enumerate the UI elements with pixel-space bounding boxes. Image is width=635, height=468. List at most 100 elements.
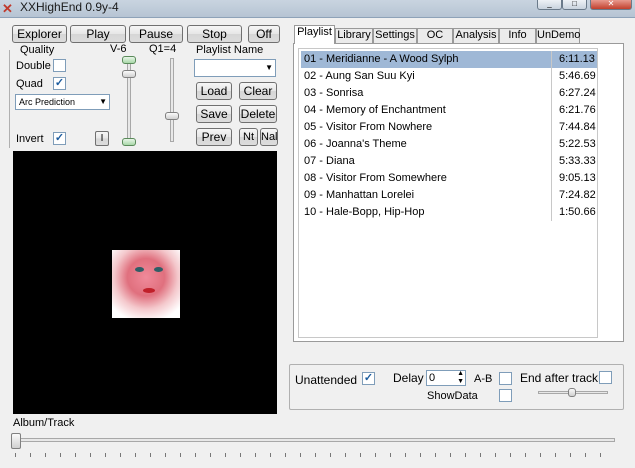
track-name: 05 - Visitor From Nowhere [304,121,433,133]
clear-button[interactable]: Clear [239,82,277,100]
tab-oc[interactable]: OC [417,28,453,43]
track-name: 02 - Aung San Suu Kyi [304,70,415,82]
invert-checkbox[interactable] [53,132,66,145]
tab-library[interactable]: Library [335,28,373,43]
column-separator [551,119,552,136]
delete-button[interactable]: Delete [239,105,277,123]
delay-value: 0 [429,372,436,384]
end-after-track-checkbox[interactable] [599,371,612,384]
tab-settings[interactable]: Settings [373,28,417,43]
tab-analysis[interactable]: Analysis [453,28,499,43]
nt-button[interactable]: Nt [239,128,258,146]
column-separator [551,51,552,68]
album-track-slider-thumb[interactable] [11,433,21,449]
nal-button[interactable]: Nal [260,128,278,146]
art-mouth [143,288,155,293]
track-name: 09 - Manhattan Lorelei [304,189,415,201]
save-button[interactable]: Save [196,105,232,123]
prev-button[interactable]: Prev [196,128,232,146]
quality-title: Quality [20,44,55,56]
ab-checkbox[interactable] [499,372,512,385]
track-time: 6:11.13 [559,53,595,65]
list-item[interactable]: 02 - Aung San Suu Kyi 5:46.69 [301,68,597,85]
play-button[interactable]: Play [70,25,126,43]
playlist-name-select[interactable]: ▼ [194,59,276,77]
track-name: 07 - Diana [304,155,355,167]
column-separator [551,204,552,221]
album-track-slider-track[interactable] [15,438,615,442]
list-item[interactable]: 07 - Diana 5:33.33 [301,153,597,170]
list-item[interactable]: 05 - Visitor From Nowhere 7:44.84 [301,119,597,136]
double-checkbox[interactable] [53,59,66,72]
track-time: 7:44.84 [559,121,596,133]
track-name: 10 - Hale-Bopp, Hip-Hop [304,206,425,218]
track-name: 01 - Meridianne - A Wood Sylph [304,53,459,65]
list-item[interactable]: 01 - Meridianne - A Wood Sylph 6:11.13 [301,51,597,68]
list-item[interactable]: 10 - Hale-Bopp, Hip-Hop 1:50.66 [301,204,597,221]
track-name: 06 - Joanna's Theme [304,138,407,150]
options-slider-thumb[interactable] [568,388,576,397]
minimize-icon[interactable]: _ [537,0,562,10]
art-eye-right [154,267,163,272]
maximize-icon[interactable]: □ [562,0,587,10]
app-icon: ✕ [2,1,13,16]
art-eye-left [135,267,144,272]
explorer-button[interactable]: Explorer [12,25,67,43]
pause-button[interactable]: Pause [129,25,183,43]
track-time: 6:27.24 [559,87,596,99]
delay-label: Delay [393,371,424,385]
playlist-list[interactable]: 01 - Meridianne - A Wood Sylph 6:11.13 02… [298,48,598,338]
tab-info[interactable]: Info [499,28,536,43]
track-time: 6:21.76 [559,104,596,116]
invert-label: Invert [16,133,44,145]
i-button[interactable]: I [95,131,109,146]
column-separator [551,170,552,187]
end-after-track-label: End after track [520,371,599,385]
q-label: Q1=4 [149,43,177,55]
spin-up-icon[interactable]: ▲ [457,370,464,377]
list-item[interactable]: 03 - Sonrisa 6:27.24 [301,85,597,102]
track-name: 04 - Memory of Enchantment [304,104,446,116]
spin-down-icon[interactable]: ▼ [457,378,464,385]
album-art [112,250,180,318]
track-time: 7:24.82 [559,189,596,201]
unattended-checkbox[interactable] [362,372,375,385]
track-time: 5:33.33 [559,155,596,167]
list-item[interactable]: 06 - Joanna's Theme 5:22.53 [301,136,597,153]
load-button[interactable]: Load [196,82,232,100]
stop-button[interactable]: Stop [187,25,242,43]
v-label: V-6 [110,43,127,55]
column-separator [551,136,552,153]
showdata-label: ShowData [427,390,478,402]
track-name: 03 - Sonrisa [304,87,364,99]
tab-undemo[interactable]: UnDemo [536,28,580,43]
q-slider-thumb[interactable] [165,112,179,120]
list-item[interactable]: 08 - Visitor From Somewhere 9:05.13 [301,170,597,187]
track-name: 08 - Visitor From Somewhere [304,172,447,184]
chevron-down-icon: ▼ [99,97,107,106]
off-button[interactable]: Off [248,25,280,43]
column-separator [551,187,552,204]
prediction-select[interactable]: Arc Prediction ▼ [15,94,110,110]
track-time: 5:22.53 [559,138,596,150]
list-item[interactable]: 09 - Manhattan Lorelei 7:24.82 [301,187,597,204]
album-track-ticks [15,453,615,457]
tab-playlist[interactable]: Playlist [294,25,335,44]
delay-spinner[interactable]: 0 ▲ ▼ [426,370,466,386]
quad-label: Quad [16,78,43,90]
close-icon[interactable]: ✕ [590,0,632,10]
column-separator [551,102,552,119]
v-slider-thumb[interactable] [122,70,136,78]
track-time: 5:46.69 [559,70,596,82]
playlist-name-label: Playlist Name [196,44,264,56]
title-bar: ✕ XXHighEnd 0.9y-4 _ □ ✕ [0,0,635,18]
showdata-checkbox[interactable] [499,389,512,402]
track-time: 1:50.66 [559,206,596,218]
list-item[interactable]: 04 - Memory of Enchantment 6:21.76 [301,102,597,119]
q-slider-track[interactable] [170,58,174,142]
v-slider-bottom-thumb[interactable] [122,138,136,146]
ab-label: A-B [474,373,493,385]
v-slider-top-thumb[interactable] [122,56,136,64]
track-time: 9:05.13 [559,172,596,184]
quad-checkbox[interactable] [53,77,66,90]
